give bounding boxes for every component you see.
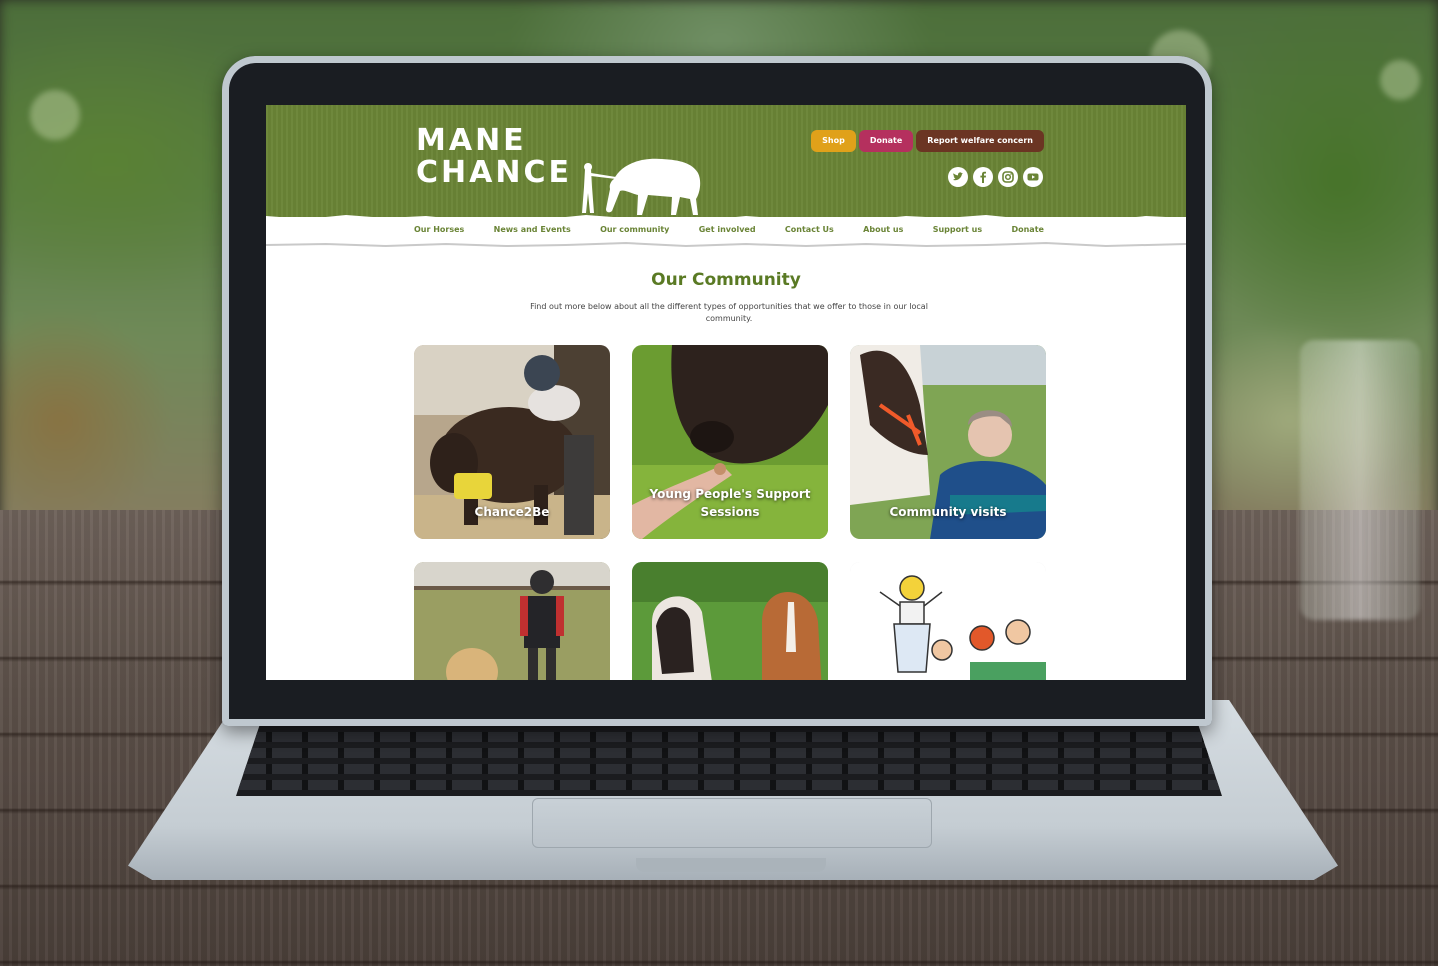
laptop-trackpad [532,798,932,848]
main-nav: Our Horses News and Events Our community… [414,225,1044,234]
glass-jar [1300,340,1420,620]
page-title: Our Community [651,270,801,290]
card-young-peoples-support-sessions[interactable]: Young People's Support Sessions [632,345,828,539]
child-with-pony-photo [414,562,610,680]
bokeh-light [30,90,80,140]
cartoon-illustration [850,562,1046,680]
nav-support-us[interactable]: Support us [933,225,982,234]
card-row2-3[interactable] [850,562,1046,680]
social-links [948,167,1043,187]
bokeh-light [1380,60,1420,100]
card-row2-2[interactable] [632,562,828,680]
laptop-screen: MANE CHANCE Shop Donate Report welfare c… [266,105,1186,680]
nav-donate[interactable]: Donate [1011,225,1043,234]
nav-our-horses[interactable]: Our Horses [414,225,464,234]
card-community-visits[interactable]: Community visits [850,345,1046,539]
nav-about-us[interactable]: About us [863,225,903,234]
nav-news-and-events[interactable]: News and Events [494,225,571,234]
card-row2-1[interactable] [414,562,610,680]
nav-divider [266,242,1186,248]
youtube-icon[interactable] [1023,167,1043,187]
report-welfare-concern-button[interactable]: Report welfare concern [916,130,1044,152]
site-header: MANE CHANCE Shop Donate Report welfare c… [266,105,1186,217]
card-label: Young People's Support Sessions [649,487,811,519]
two-horses-photo [632,562,828,680]
horse-logo-icon [582,158,701,215]
facebook-icon[interactable] [973,167,993,187]
key-row [236,780,1222,790]
card-label: Community visits [889,505,1007,519]
card-label: Chance2Be [474,505,550,519]
key-row [236,732,1222,742]
nav-our-community[interactable]: Our community [600,225,669,234]
laptop-notch [636,858,826,872]
logo-line-2: CHANCE [416,155,572,190]
laptop-keyboard [236,722,1222,796]
torn-paper-edge [266,215,1186,222]
nav-contact-us[interactable]: Contact Us [785,225,834,234]
site-logo[interactable]: MANE CHANCE [416,125,572,189]
shop-button[interactable]: Shop [811,130,856,152]
card-chance2be[interactable]: Chance2Be [414,345,610,539]
logo-line-1: MANE [416,123,527,158]
intro-text: Find out more below about all the differ… [530,302,928,323]
instagram-icon[interactable] [998,167,1018,187]
nav-get-involved[interactable]: Get involved [699,225,756,234]
header-actions: Shop Donate Report welfare concern [811,130,1044,152]
donate-button[interactable]: Donate [858,130,914,152]
twitter-icon[interactable] [948,167,968,187]
key-row [236,764,1222,774]
key-row [236,748,1222,758]
